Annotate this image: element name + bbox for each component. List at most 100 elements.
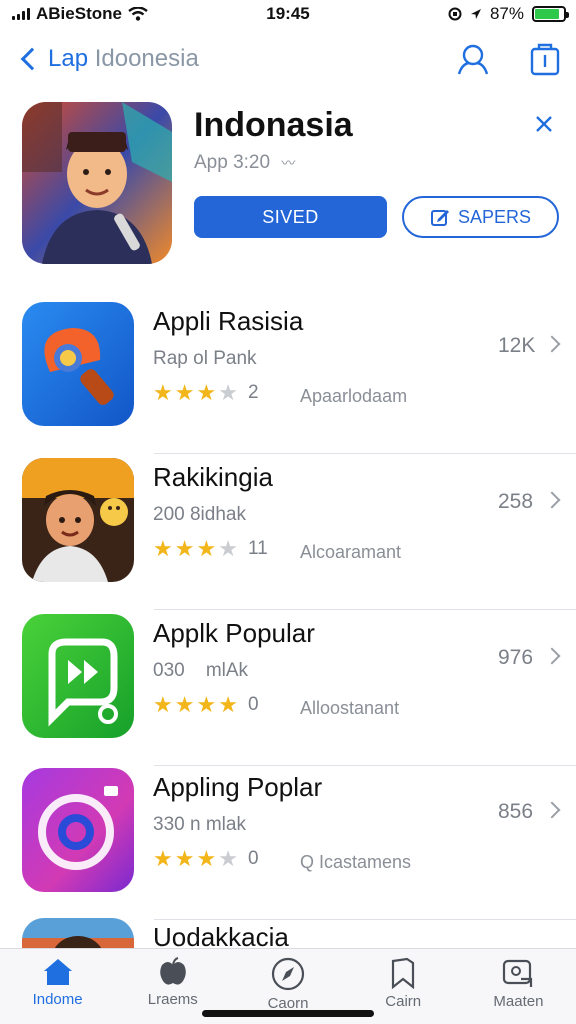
divider <box>154 609 576 610</box>
app-row-5[interactable]: Uodakkacia <box>0 918 576 950</box>
star-icon: ★ <box>196 536 217 561</box>
star-icon: ★ <box>218 846 238 871</box>
chevron-right-icon <box>543 491 561 509</box>
share-icon[interactable] <box>530 42 560 76</box>
status-bar: ABieStone 19:45 87% <box>0 0 576 28</box>
secondary-action-button[interactable]: SAPERS <box>402 196 559 238</box>
star-icon: ★ <box>218 380 238 405</box>
app-category: Alloostanant <box>300 698 400 718</box>
app-row-2[interactable]: Rakikingia 200 8idhak ★ ★ ★ ★ 11 Alcoara… <box>0 458 576 610</box>
chevron-right-icon <box>543 647 561 665</box>
tab-indome[interactable]: Indome <box>0 949 115 1024</box>
divider <box>154 765 576 766</box>
close-icon[interactable] <box>534 114 554 134</box>
back-label: Lap Idoonesia <box>48 45 199 73</box>
star-rating: ★ ★ ★ ★ 0 <box>153 694 259 716</box>
star-icon: ★ <box>174 380 195 405</box>
app-size: 856 <box>498 800 534 823</box>
battery-fill <box>535 9 560 19</box>
app-icon <box>22 458 134 582</box>
star-icon: ★ <box>196 846 217 871</box>
app-category: Apaarlodaam <box>300 386 408 406</box>
app-size: 12K <box>498 334 536 357</box>
star-rating: ★ ★ ★ ★ 2 <box>153 382 259 404</box>
location-icon <box>470 9 481 19</box>
featured-app-subtitle: App 3:20 〰 <box>194 152 295 174</box>
rating-count: 11 <box>247 538 268 559</box>
app-row-3[interactable]: Applk Popular 030 mlAk ★ ★ ★ ★ 0 Alloost… <box>0 614 576 766</box>
app-subtitle: 030 mlAk <box>153 660 249 681</box>
back-label-prefix: Lap <box>48 45 89 72</box>
compass-icon <box>271 957 305 991</box>
tab-label: Maaten <box>493 993 544 1010</box>
home-icon <box>43 959 72 985</box>
home-indicator[interactable] <box>202 1010 374 1017</box>
nav-actions <box>456 42 560 76</box>
star-rating: ★ ★ ★ ★ 0 <box>153 848 259 870</box>
primary-action-button[interactable]: SIVED <box>194 196 387 238</box>
star-icon: ★ <box>153 536 173 561</box>
star-icon: ★ <box>218 692 238 717</box>
app-subtitle: 330 n mlak <box>153 814 246 835</box>
app-row-4[interactable]: Appling Poplar 330 n mlak ★ ★ ★ ★ 0 Q Ic… <box>0 768 576 920</box>
app-icon <box>22 614 134 738</box>
status-right: 87% <box>448 4 569 24</box>
secondary-action-label: SAPERS <box>457 206 532 227</box>
star-rating: ★ ★ ★ ★ 11 <box>153 538 268 560</box>
app-size: 258 <box>498 490 534 513</box>
star-icon: ★ <box>153 380 173 405</box>
star-icon: ★ <box>218 536 238 561</box>
featured-app-icon[interactable] <box>22 102 172 264</box>
status-left: ABieStone <box>12 4 148 24</box>
back-button[interactable]: Lap Idoonesia <box>16 45 199 73</box>
tab-label: Lraems <box>147 991 198 1008</box>
back-label-rest: Idoonesia <box>94 45 199 72</box>
app-name: Appling Poplar <box>153 772 323 802</box>
app-subtitle: 200 8idhak <box>153 504 246 525</box>
tab-label: Indome <box>32 991 83 1008</box>
tab-maaten[interactable]: Maaten <box>461 949 576 1024</box>
app-name: Applk Popular <box>153 618 315 648</box>
chevron-right-icon <box>543 335 561 353</box>
app-icon <box>22 768 134 892</box>
app-category: Q Icastamens <box>300 852 412 872</box>
star-icon: ★ <box>196 692 217 717</box>
chevron-right-icon <box>543 801 561 819</box>
app-category: Alcoaramant <box>300 542 402 562</box>
app-icon <box>22 918 134 950</box>
rotation-lock-icon <box>448 7 462 21</box>
carrier-name: ABieStone <box>36 4 122 23</box>
app-name: Rakikingia <box>153 462 273 492</box>
divider <box>154 453 576 454</box>
rating-count: 2 <box>247 382 259 403</box>
signal-icon <box>12 8 30 20</box>
edit-icon <box>430 210 449 226</box>
wave-icon: 〰 <box>281 155 296 171</box>
battery-icon <box>532 6 569 22</box>
rating-count: 0 <box>247 694 259 715</box>
app-row-1[interactable]: Appli Rasisia Rap ol Pank ★ ★ ★ ★ 2 Apaa… <box>0 302 576 454</box>
account-icon[interactable] <box>456 43 490 75</box>
star-icon: ★ <box>153 846 173 871</box>
featured-app-title: Indonasia <box>194 106 353 144</box>
profile-card-icon <box>503 959 533 987</box>
battery-percent: 87% <box>489 4 524 23</box>
rating-count: 0 <box>247 848 259 869</box>
app-icon <box>22 302 134 426</box>
star-icon: ★ <box>153 692 173 717</box>
bookmark-icon <box>392 957 415 989</box>
star-icon: ★ <box>174 536 195 561</box>
app-name: Appli Rasisia <box>153 306 304 336</box>
app-size: 976 <box>498 646 534 669</box>
app-name: Uodakkacia <box>153 922 289 950</box>
tab-label: Cairn <box>385 993 422 1010</box>
star-icon: ★ <box>196 380 217 405</box>
nav-bar: Lap Idoonesia <box>0 34 576 84</box>
wifi-icon <box>128 7 148 21</box>
star-icon: ★ <box>174 692 195 717</box>
featured-app-subtitle-text: App 3:20 <box>194 152 271 173</box>
featured-app: Indonasia App 3:20 〰 SIVED SAPERS <box>22 102 562 267</box>
star-icon: ★ <box>174 846 195 871</box>
app-subtitle: Rap ol Pank <box>153 348 257 369</box>
apple-icon <box>160 957 186 985</box>
